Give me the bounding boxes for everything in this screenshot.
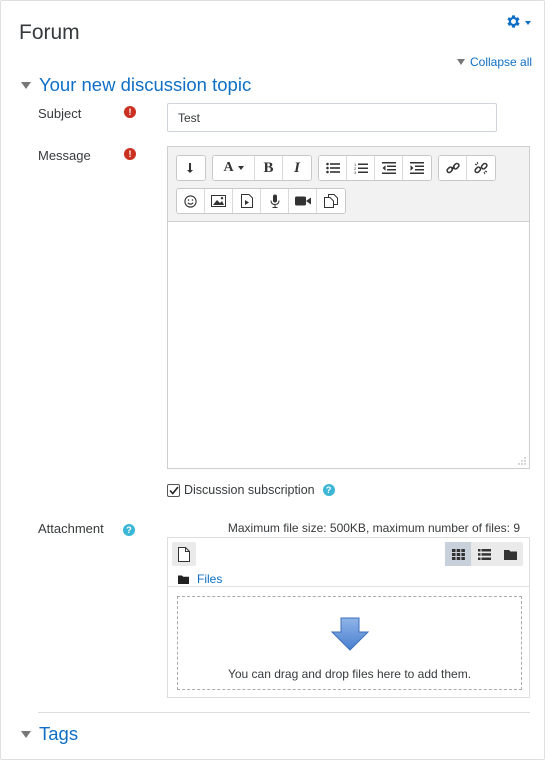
folder-icon — [503, 549, 517, 560]
file-manager: Files You can drag and drop files here t… — [167, 537, 530, 698]
outdent-button[interactable] — [375, 156, 403, 180]
settings-menu[interactable] — [505, 13, 531, 30]
divider — [168, 586, 529, 587]
message-label: Message — [38, 148, 91, 163]
image-button[interactable] — [205, 189, 233, 213]
help-icon[interactable]: ? — [123, 524, 135, 536]
chevron-down-icon — [237, 166, 244, 170]
triangle-down-icon — [21, 730, 31, 738]
view-tree-button[interactable] — [497, 542, 523, 566]
toolbar-group-media — [176, 188, 346, 214]
video-camera-icon — [294, 196, 311, 206]
collapse-toggle-icon — [187, 163, 193, 173]
section-title: Your new discussion topic — [39, 74, 252, 95]
indent-button[interactable] — [403, 156, 431, 180]
toolbar-group-style: A B I — [212, 155, 312, 181]
message-editor: A B I 123 — [167, 146, 530, 469]
attachment-label: Attachment — [38, 521, 104, 536]
copy-files-icon — [324, 194, 338, 208]
toolbar-group-lists: 123 — [318, 155, 432, 181]
checkmark-icon — [168, 486, 179, 495]
toolbar-group-links — [438, 155, 496, 181]
triangle-down-icon — [457, 59, 465, 65]
file-dropzone[interactable]: You can drag and drop files here to add … — [177, 596, 522, 690]
svg-text:3: 3 — [354, 170, 357, 175]
smiley-icon — [184, 194, 197, 208]
subscription-label: Discussion subscription — [184, 483, 315, 497]
ordered-list-button[interactable]: 123 — [347, 156, 375, 180]
image-icon — [211, 195, 226, 207]
section-toggle-tags[interactable]: Tags — [21, 723, 78, 745]
divider — [38, 712, 530, 713]
triangle-down-icon — [21, 81, 31, 89]
italic-icon: I — [294, 159, 300, 176]
folder-path-files[interactable]: Files — [178, 572, 222, 586]
subscription-checkbox[interactable] — [167, 483, 180, 497]
microphone-icon — [270, 194, 279, 208]
view-list-button[interactable] — [471, 542, 497, 566]
gear-icon — [507, 15, 520, 28]
section-toggle-discussion[interactable]: Your new discussion topic — [21, 74, 251, 96]
toolbar-group-collapse — [176, 155, 206, 181]
file-manager-toolbar — [168, 538, 529, 568]
tags-section-title: Tags — [39, 723, 79, 744]
bold-button[interactable]: B — [255, 156, 283, 180]
file-media-icon — [240, 194, 253, 208]
page-title: Forum — [19, 21, 80, 44]
view-switcher — [445, 542, 523, 566]
unlink-icon — [474, 161, 488, 175]
collapse-all-label: Collapse all — [470, 55, 533, 69]
media-button[interactable] — [233, 189, 261, 213]
bold-icon: B — [263, 159, 274, 176]
indent-icon — [410, 162, 424, 174]
bullet-list-icon — [325, 162, 340, 174]
folder-name: Files — [197, 572, 223, 586]
subject-input[interactable] — [167, 103, 497, 132]
record-video-button[interactable] — [289, 189, 317, 213]
link-button[interactable] — [439, 156, 467, 180]
italic-button[interactable]: I — [283, 156, 311, 180]
emoticon-button[interactable] — [177, 189, 205, 213]
unlink-button[interactable] — [467, 156, 495, 180]
paragraph-style-button[interactable]: A — [213, 156, 255, 180]
collapse-all-link[interactable]: Collapse all — [457, 55, 532, 69]
required-icon: ! — [124, 106, 136, 118]
editor-toolbar-row-1: A B I 123 — [176, 155, 496, 181]
subscription-row: Discussion subscription ? — [167, 483, 335, 497]
grid-icon — [451, 548, 465, 560]
required-icon: ! — [124, 148, 136, 160]
editor-toolbar-row-2 — [176, 188, 346, 214]
help-icon[interactable]: ? — [322, 484, 335, 496]
link-icon — [445, 162, 460, 174]
manage-files-button[interactable] — [317, 189, 345, 213]
add-file-button[interactable] — [172, 542, 196, 566]
list-icon — [477, 548, 491, 560]
chevron-down-icon — [525, 20, 531, 25]
drop-instructions: You can drag and drop files here to add … — [227, 667, 472, 681]
max-file-info: Maximum file size: 500KB, maximum number… — [227, 521, 520, 535]
forum-card: Forum Collapse all Your new discussion t… — [0, 0, 545, 760]
outdent-icon — [381, 162, 396, 174]
view-icons-button[interactable] — [445, 542, 471, 566]
show-more-buttons[interactable] — [177, 156, 205, 180]
record-audio-button[interactable] — [261, 189, 289, 213]
unordered-list-button[interactable] — [319, 156, 347, 180]
font-style-icon: A — [223, 160, 234, 175]
subject-label: Subject — [38, 106, 82, 121]
message-textarea[interactable] — [168, 221, 529, 468]
folder-icon — [178, 575, 189, 584]
resize-grip-icon[interactable] — [518, 457, 526, 465]
numbered-list-icon: 123 — [354, 162, 368, 175]
file-icon — [178, 546, 190, 562]
drop-arrow-icon — [330, 617, 370, 651]
